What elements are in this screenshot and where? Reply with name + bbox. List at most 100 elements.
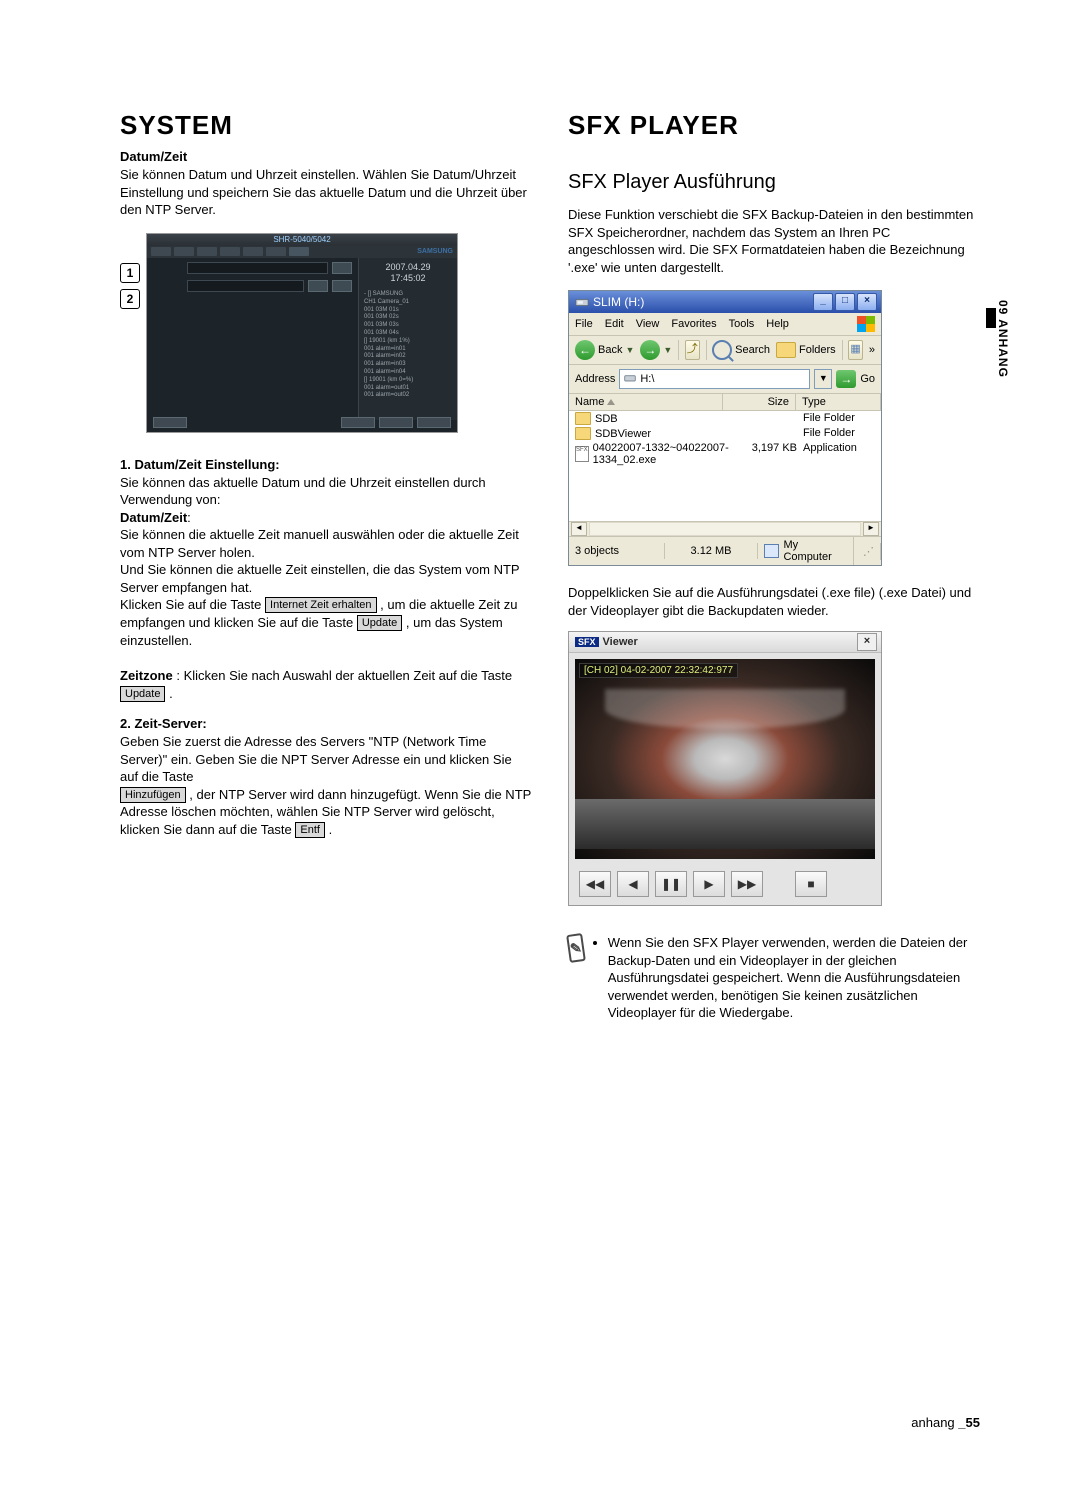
dvr-left-panel <box>147 258 358 420</box>
go-button[interactable]: → <box>836 370 856 388</box>
folder-icon <box>575 412 591 425</box>
go-label: Go <box>860 373 875 385</box>
search-button[interactable]: Search <box>712 340 770 360</box>
window-minimize-button[interactable]: _ <box>813 293 833 311</box>
menu-tools[interactable]: Tools <box>729 318 755 330</box>
tree-line: [] 19001 (km 1%) <box>364 338 452 346</box>
back-button[interactable]: ← Back ▼ <box>575 340 634 360</box>
tree-line: 001 03M 04s <box>364 330 452 338</box>
explorer-window: SLIM (H:) _ □ × File Edit View Favorites… <box>568 290 882 566</box>
chevron-down-icon[interactable]: ▼ <box>625 345 634 355</box>
sfx-badge: SFX <box>575 637 599 647</box>
subheading-datumzeit: Datum/Zeit <box>120 149 532 164</box>
views-button[interactable]: ▦ <box>848 340 863 360</box>
up-button[interactable]: ⤴ <box>685 340 700 360</box>
samsung-logo: SAMSUNG <box>417 248 453 255</box>
dvr-server-input[interactable] <box>187 280 304 292</box>
section-1-body: Sie können das aktuelle Datum und die Uh… <box>120 474 532 509</box>
viewer-titlebar: SFX Viewer × <box>569 632 881 653</box>
col-size[interactable]: Size <box>723 394 796 410</box>
dvr-foot-btn[interactable] <box>417 417 451 428</box>
address-dropdown[interactable]: ▼ <box>814 369 832 389</box>
dvr-foot-btn[interactable] <box>341 417 375 428</box>
window-close-button[interactable]: × <box>857 293 877 311</box>
page-footer: anhang _55 <box>911 1415 980 1430</box>
resize-grip-icon[interactable]: ⋰ <box>854 543 881 560</box>
dvr-btn-a[interactable] <box>332 262 352 274</box>
explorer-menubar: File Edit View Favorites Tools Help <box>569 313 881 336</box>
stop-button[interactable]: ■ <box>795 871 827 897</box>
window-maximize-button[interactable]: □ <box>835 293 855 311</box>
tree-line: 001 03M 02s <box>364 314 452 322</box>
folder-icon <box>776 342 796 358</box>
dvr-foot-btn[interactable] <box>379 417 413 428</box>
explorer-columns: Name Size Type <box>569 394 881 411</box>
section-1-body3: Klicken Sie auf die Taste Internet Zeit … <box>120 596 532 649</box>
subheading-sfx-ausfuehrung: SFX Player Ausführung <box>568 171 980 194</box>
address-label: Address <box>575 373 615 385</box>
mid-paragraph: Doppelklicken Sie auf die Ausführungsdat… <box>568 584 980 619</box>
drive-icon <box>575 295 589 309</box>
scroll-right-icon[interactable]: ► <box>863 522 879 536</box>
menu-file[interactable]: File <box>575 318 593 330</box>
skip-back-button[interactable]: ◀◀ <box>579 871 611 897</box>
dvr-btn-c[interactable] <box>332 280 352 292</box>
section-1-title: 1. Datum/Zeit Einstellung: <box>120 457 532 472</box>
scroll-track[interactable] <box>589 522 861 536</box>
explorer-titlebar: SLIM (H:) _ □ × <box>569 291 881 313</box>
section-2-title: 2. Zeit-Server: <box>120 716 532 731</box>
explorer-list: SDB File Folder SDBViewer File Folder SF… <box>569 411 881 521</box>
intro-right: Diese Funktion verschiebt die SFX Backup… <box>568 206 980 276</box>
tree-line: CH1 Camera_01 <box>364 299 452 307</box>
computer-icon <box>764 544 779 558</box>
scroll-left-icon[interactable]: ◄ <box>571 522 587 536</box>
folders-button[interactable]: Folders <box>776 342 836 358</box>
col-type[interactable]: Type <box>796 394 881 410</box>
heading-sfx: SFX PLAYER <box>568 110 980 141</box>
dvr-date-input[interactable] <box>187 262 328 274</box>
menu-favorites[interactable]: Favorites <box>671 318 716 330</box>
tree-line: 001 alarm=in02 <box>364 353 452 361</box>
explorer-scrollbar[interactable]: ◄ ► <box>569 521 881 536</box>
explorer-toolbar: ← Back ▼ → ▼ ⤴ Search Folders <box>569 336 881 365</box>
toolbar-chevron-icon[interactable]: » <box>869 344 875 356</box>
address-input[interactable]: H:\ <box>619 369 810 389</box>
btn-entf[interactable]: Entf <box>295 822 325 838</box>
video-overlay-timestamp: [CH 02] 04-02-2007 22:32:42:977 <box>579 663 738 678</box>
folder-icon <box>575 427 591 440</box>
skip-forward-button[interactable]: ▶▶ <box>731 871 763 897</box>
menu-help[interactable]: Help <box>766 318 789 330</box>
dvr-foot-btn[interactable] <box>153 417 187 428</box>
viewer-video: [CH 02] 04-02-2007 22:32:42:977 <box>575 659 875 859</box>
dvr-window: SHR-5040/5042 SAMSUNG <box>146 233 458 433</box>
play-button[interactable]: ▶ <box>693 871 725 897</box>
tree-line: 001 alarm=out02 <box>364 392 452 400</box>
chevron-down-icon[interactable]: ▼ <box>663 345 672 355</box>
pause-button[interactable]: ❚❚ <box>655 871 687 897</box>
btn-internet-zeit[interactable]: Internet Zeit erhalten <box>265 597 377 613</box>
heading-system: SYSTEM <box>120 110 532 141</box>
side-tab: 09 ANHANG <box>986 300 1010 378</box>
col-name[interactable]: Name <box>569 394 723 410</box>
viewer-close-button[interactable]: × <box>857 633 877 651</box>
forward-icon: → <box>640 340 660 360</box>
menu-view[interactable]: View <box>636 318 660 330</box>
tree-line: 001 alarm=in04 <box>364 369 452 377</box>
menu-edit[interactable]: Edit <box>605 318 624 330</box>
dvr-footer <box>153 417 451 428</box>
section-2-body: Geben Sie zuerst die Adresse des Servers… <box>120 733 532 838</box>
forward-button[interactable]: → ▼ <box>640 340 672 360</box>
dvr-toolbar: SAMSUNG <box>147 246 457 258</box>
list-item[interactable]: SFX04022007-1332~04022007-1334_02.exe 3,… <box>569 441 881 467</box>
label-datumzeit: Datum/Zeit <box>120 510 187 525</box>
windows-flag-icon <box>857 316 875 332</box>
tree-line: 001 03M 01s <box>364 307 452 315</box>
prev-button[interactable]: ◀ <box>617 871 649 897</box>
list-item[interactable]: SDBViewer File Folder <box>569 426 881 441</box>
dvr-btn-b[interactable] <box>308 280 328 292</box>
btn-hinzufuegen[interactable]: Hinzufügen <box>120 787 186 803</box>
btn-update-2[interactable]: Update <box>120 686 165 702</box>
drive-icon <box>624 372 636 387</box>
list-item[interactable]: SDB File Folder <box>569 411 881 426</box>
btn-update[interactable]: Update <box>357 615 402 631</box>
